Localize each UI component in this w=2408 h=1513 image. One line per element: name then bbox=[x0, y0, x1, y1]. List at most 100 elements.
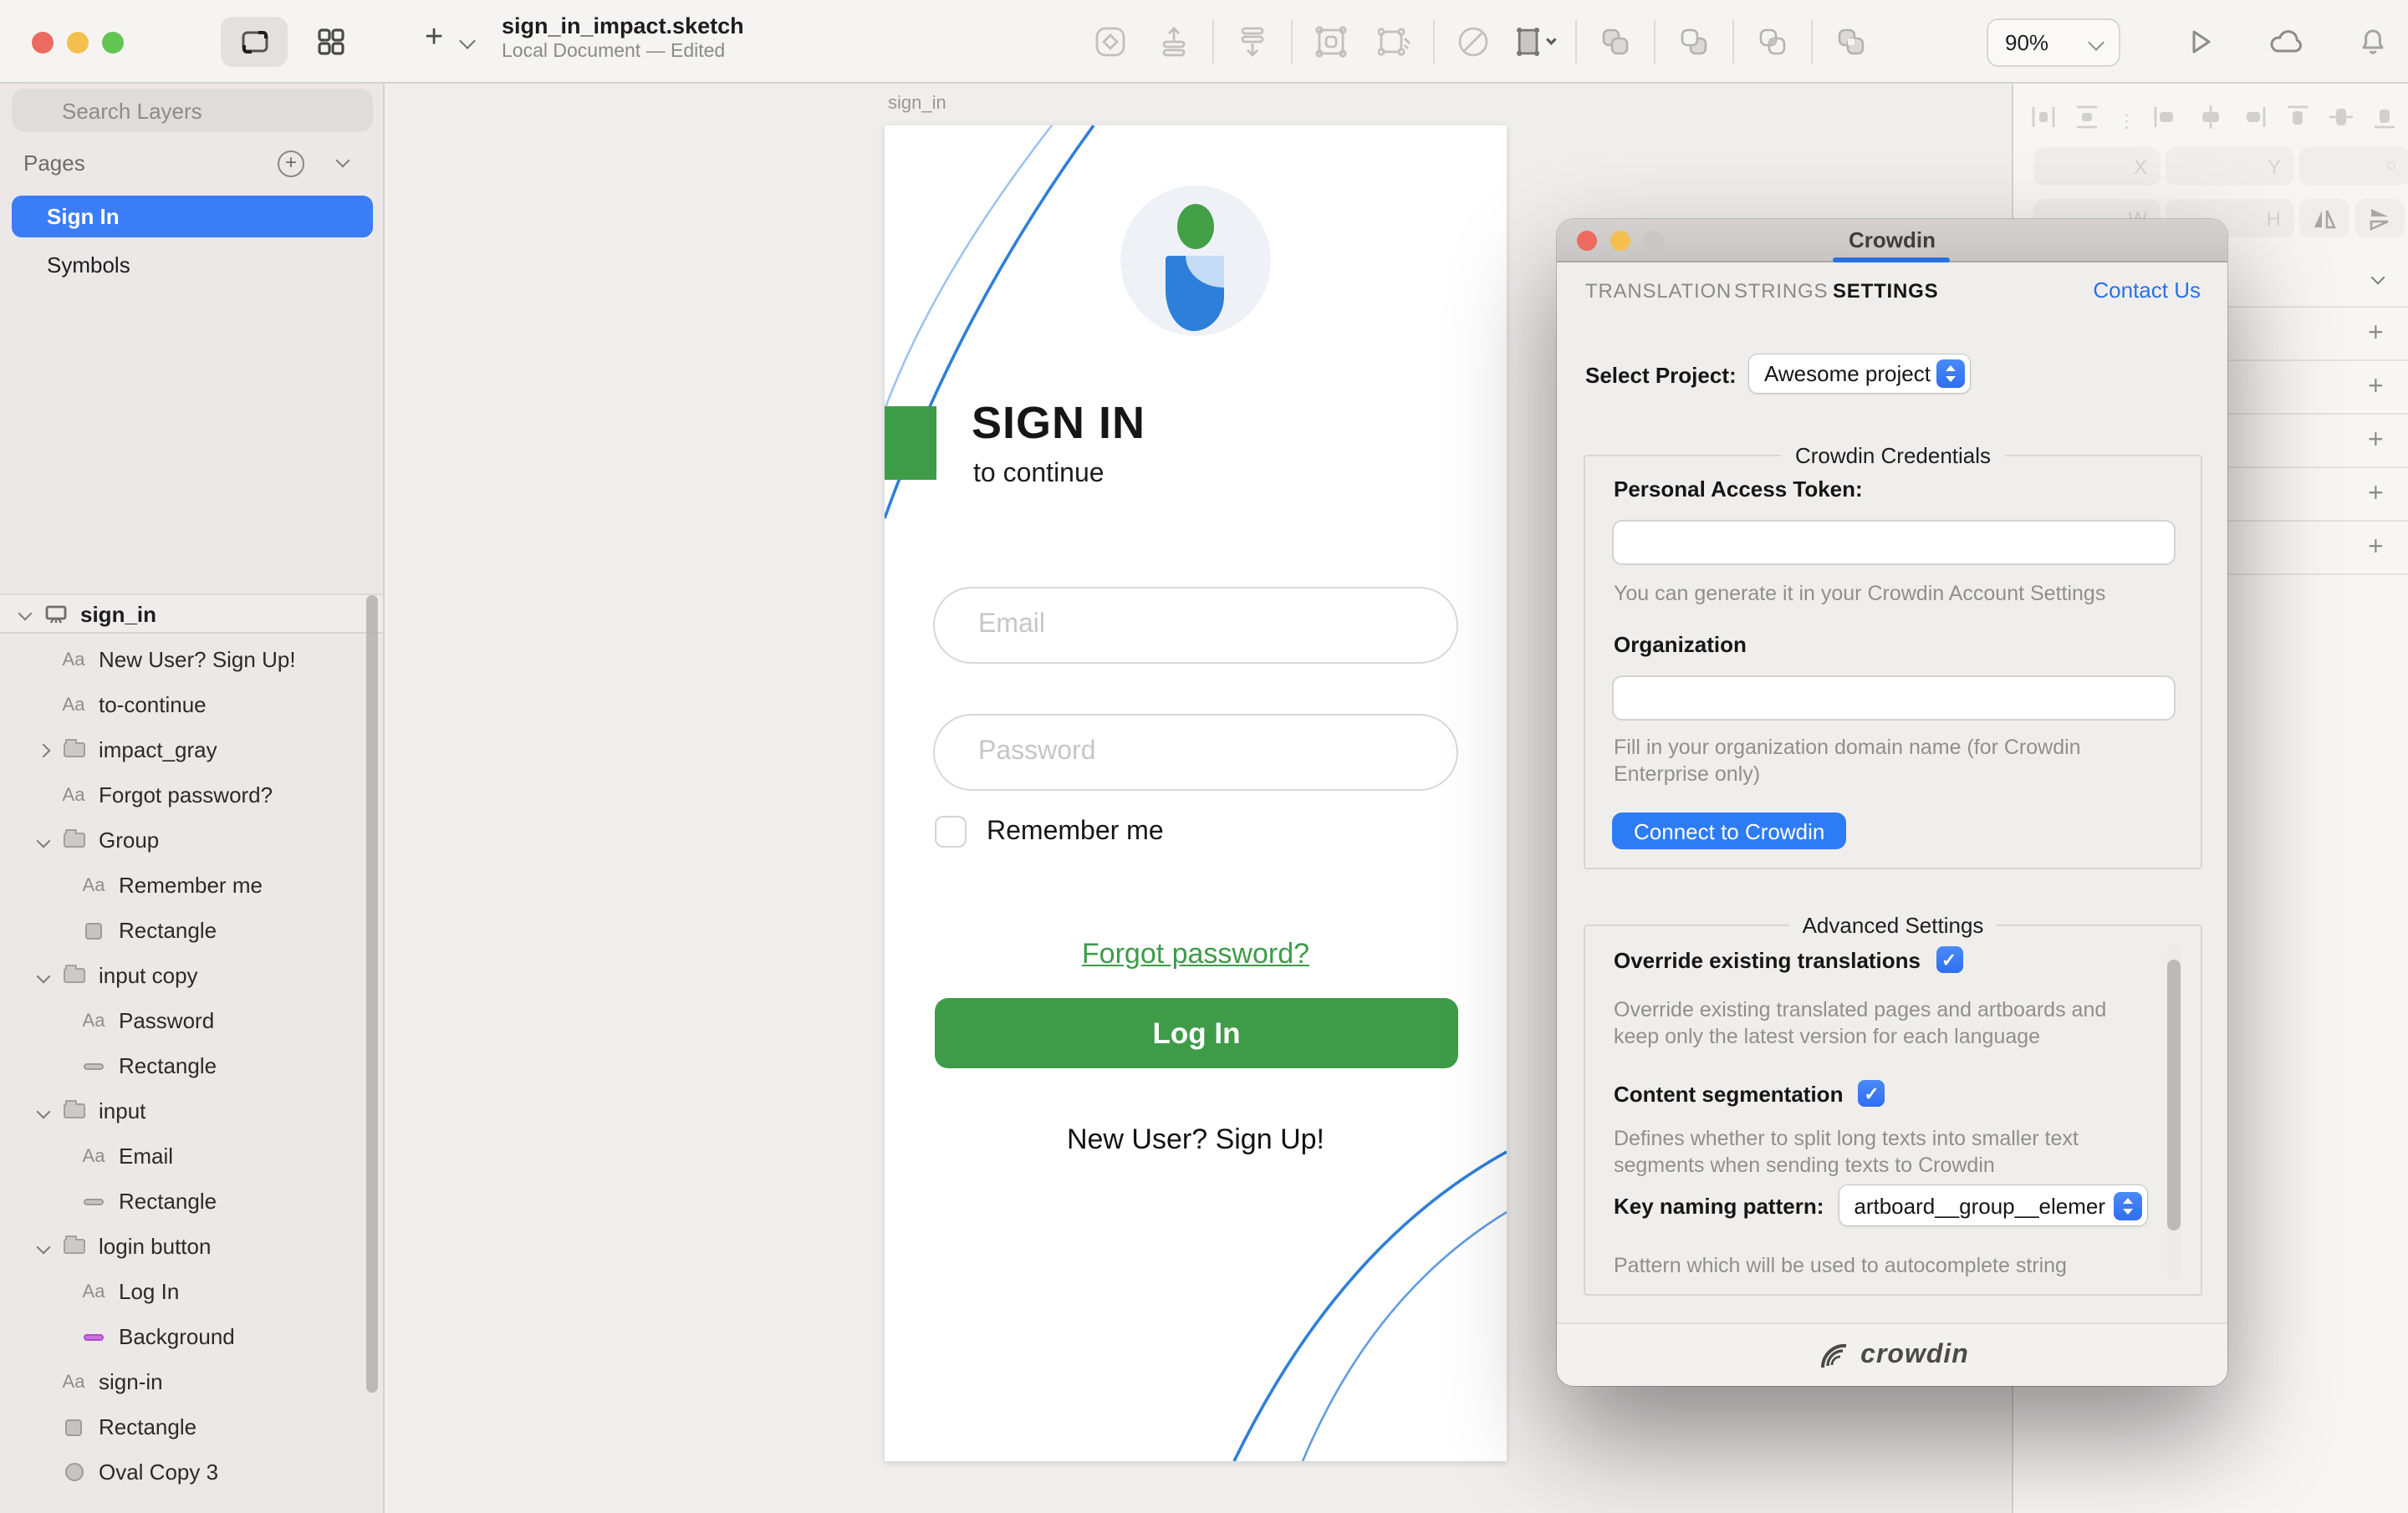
layer-row-group[interactable]: input copy bbox=[0, 953, 383, 998]
rotation-field[interactable]: ○ bbox=[2299, 147, 2408, 186]
forgot-password-link[interactable]: Forgot password? bbox=[885, 938, 1507, 971]
notifications-bell-button[interactable] bbox=[2351, 20, 2395, 64]
layer-row-shape[interactable]: Oval Copy 3 bbox=[0, 1449, 383, 1495]
expand-chevron-icon[interactable] bbox=[37, 743, 51, 757]
cloud-share-button[interactable] bbox=[2264, 20, 2308, 64]
align-center-horizontally-icon[interactable] bbox=[2196, 104, 2223, 139]
minimize-window-button[interactable] bbox=[67, 32, 89, 53]
key-naming-pattern-select[interactable]: artboard__group__elemer bbox=[1839, 1185, 2146, 1225]
add-style-button[interactable]: + bbox=[2368, 373, 2384, 403]
layer-row-shape[interactable]: Rectangle bbox=[0, 1404, 383, 1449]
artboard[interactable]: SIGN IN to continue Email Password Remem… bbox=[885, 125, 1507, 1461]
impact-logo[interactable] bbox=[1120, 186, 1271, 336]
settings-scrollbar-thumb[interactable] bbox=[2167, 960, 2181, 1230]
layer-row-text[interactable]: AaEmail bbox=[0, 1133, 383, 1179]
add-style-button[interactable]: + bbox=[2368, 533, 2384, 563]
pages-collapse-chevron-icon[interactable] bbox=[336, 154, 350, 168]
project-select[interactable]: Awesome project bbox=[1749, 354, 1970, 393]
settings-scrollbar[interactable] bbox=[2167, 943, 2181, 1281]
distribute-vertically-icon[interactable] bbox=[2074, 104, 2100, 139]
remember-me-checkbox[interactable] bbox=[935, 816, 967, 848]
email-field[interactable]: Email bbox=[933, 587, 1458, 664]
layer-row-group[interactable]: input bbox=[0, 1088, 383, 1133]
add-style-button[interactable]: + bbox=[2368, 480, 2384, 510]
collapse-chevron-icon[interactable] bbox=[37, 1240, 51, 1254]
insert-button[interactable]: + bbox=[425, 20, 443, 57]
move-forward-icon[interactable] bbox=[1152, 20, 1196, 64]
add-style-button[interactable]: + bbox=[2368, 426, 2384, 456]
sign-up-link[interactable]: New User? Sign Up! bbox=[885, 1123, 1507, 1157]
align-bottom-icon[interactable] bbox=[2371, 104, 2398, 139]
tab-settings[interactable]: SETTINGS bbox=[1833, 279, 1938, 303]
insert-shape-icon[interactable] bbox=[1089, 20, 1132, 64]
layer-row-group[interactable]: impact_gray bbox=[0, 727, 383, 772]
collapse-chevron-icon[interactable] bbox=[37, 1104, 51, 1118]
grid-view-toggle[interactable] bbox=[298, 17, 365, 67]
resize-constraints-icon[interactable] bbox=[1515, 20, 1559, 64]
content-segmentation-checkbox[interactable]: ✓ bbox=[1858, 1080, 1885, 1107]
union-icon[interactable] bbox=[1594, 20, 1637, 64]
close-window-button[interactable] bbox=[32, 32, 54, 53]
layer-row-text[interactable]: AaForgot password? bbox=[0, 772, 383, 818]
more-options-dots-icon[interactable]: ⋮ bbox=[2118, 110, 2136, 132]
sidebar-scrollbar[interactable] bbox=[366, 595, 378, 1393]
collapse-chevron-icon[interactable] bbox=[37, 969, 51, 983]
add-page-button[interactable]: + bbox=[278, 150, 304, 177]
difference-icon[interactable] bbox=[1829, 20, 1873, 64]
layer-row-shape[interactable]: Rectangle bbox=[0, 1179, 383, 1224]
tab-strings[interactable]: STRINGS bbox=[1734, 279, 1828, 303]
layer-row-text[interactable]: AaRemember me bbox=[0, 863, 383, 908]
flip-horizontal-button[interactable] bbox=[2299, 199, 2349, 237]
zoom-level-select[interactable]: 90% bbox=[1987, 18, 2120, 67]
personal-access-token-input[interactable] bbox=[1612, 520, 2176, 565]
flip-vertical-button[interactable] bbox=[2354, 199, 2405, 237]
mask-icon[interactable] bbox=[1451, 20, 1495, 64]
green-accent-block[interactable] bbox=[885, 406, 936, 480]
zoom-window-button[interactable] bbox=[102, 32, 124, 53]
connect-to-crowdin-button[interactable]: Connect to Crowdin bbox=[1612, 813, 1846, 849]
layer-row-text[interactable]: Aato-continue bbox=[0, 682, 383, 727]
search-layers-input[interactable] bbox=[12, 89, 373, 132]
override-translations-checkbox[interactable]: ✓ bbox=[1936, 946, 1962, 973]
password-field[interactable]: Password bbox=[933, 714, 1458, 791]
contact-us-link[interactable]: Contact Us bbox=[2093, 278, 2201, 303]
layer-row-shape[interactable]: Rectangle bbox=[0, 908, 383, 953]
organization-input[interactable] bbox=[1612, 675, 2176, 721]
log-in-button[interactable]: Log In bbox=[935, 998, 1458, 1068]
x-position-field[interactable]: X bbox=[2033, 147, 2161, 186]
preview-play-button[interactable] bbox=[2179, 20, 2222, 64]
canvas-view-toggle[interactable] bbox=[221, 17, 288, 67]
layer-row-text[interactable]: AaPassword bbox=[0, 998, 383, 1043]
subtract-icon[interactable] bbox=[1672, 20, 1716, 64]
layer-row-text[interactable]: Aasign-in bbox=[0, 1359, 383, 1404]
insert-chevron-icon[interactable] bbox=[459, 33, 476, 49]
move-backward-icon[interactable] bbox=[1231, 20, 1274, 64]
align-right-icon[interactable] bbox=[2240, 104, 2267, 139]
artboard-name-label[interactable]: sign_in bbox=[888, 94, 946, 114]
add-style-button[interactable]: + bbox=[2368, 319, 2384, 349]
layer-row-shape[interactable]: Background bbox=[0, 1314, 383, 1359]
crowdin-titlebar[interactable]: Crowdin bbox=[1557, 219, 2227, 262]
collapse-chevron-icon[interactable] bbox=[18, 607, 33, 621]
align-top-icon[interactable] bbox=[2284, 104, 2311, 139]
layer-row-text[interactable]: AaLog In bbox=[0, 1269, 383, 1314]
artboard-root-row[interactable]: sign_in bbox=[0, 593, 383, 634]
intersect-icon[interactable] bbox=[1751, 20, 1794, 64]
oval-layer-icon bbox=[60, 1463, 87, 1481]
collapse-chevron-icon[interactable] bbox=[37, 833, 51, 848]
layer-row-shape[interactable]: Rectangle bbox=[0, 1043, 383, 1088]
layer-row-text[interactable]: AaNew User? Sign Up! bbox=[0, 637, 383, 682]
layer-row-group[interactable]: Group bbox=[0, 818, 383, 863]
document-title-block[interactable]: sign_in_impact.sketch Local Document — E… bbox=[502, 13, 744, 62]
page-item-symbols[interactable]: Symbols bbox=[12, 244, 373, 286]
section-collapse-chevron-icon[interactable] bbox=[2371, 271, 2385, 285]
distribute-horizontally-icon[interactable] bbox=[2030, 104, 2057, 139]
group-icon[interactable] bbox=[1309, 20, 1353, 64]
tab-translation[interactable]: TRANSLATION bbox=[1585, 279, 1732, 303]
y-position-field[interactable]: Y bbox=[2166, 147, 2294, 186]
align-left-icon[interactable] bbox=[2153, 104, 2180, 139]
page-item-sign-in[interactable]: Sign In bbox=[12, 196, 373, 237]
align-middle-vertically-icon[interactable] bbox=[2328, 104, 2354, 139]
ungroup-icon[interactable] bbox=[1373, 20, 1416, 64]
layer-row-group[interactable]: login button bbox=[0, 1224, 383, 1269]
